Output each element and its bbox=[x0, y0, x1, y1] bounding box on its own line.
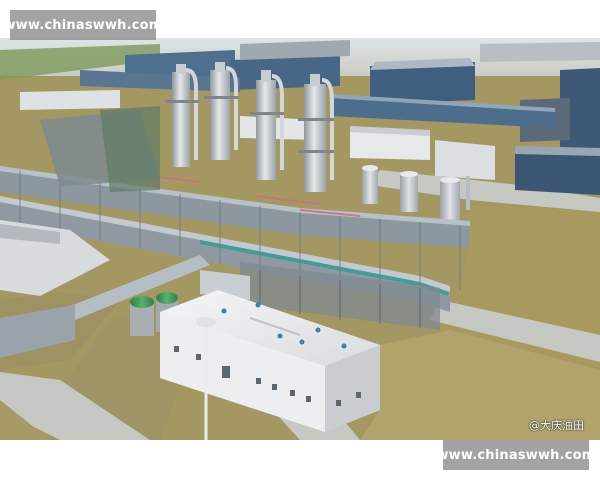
aerial-plant-photo bbox=[0, 0, 600, 480]
watermark-bottom: www.chinaswwh.com bbox=[436, 440, 595, 470]
watermark-top: www.chinaswwh.com bbox=[3, 10, 162, 40]
photo-credit: @大庆油田 bbox=[529, 419, 584, 432]
photo-area bbox=[0, 38, 600, 440]
